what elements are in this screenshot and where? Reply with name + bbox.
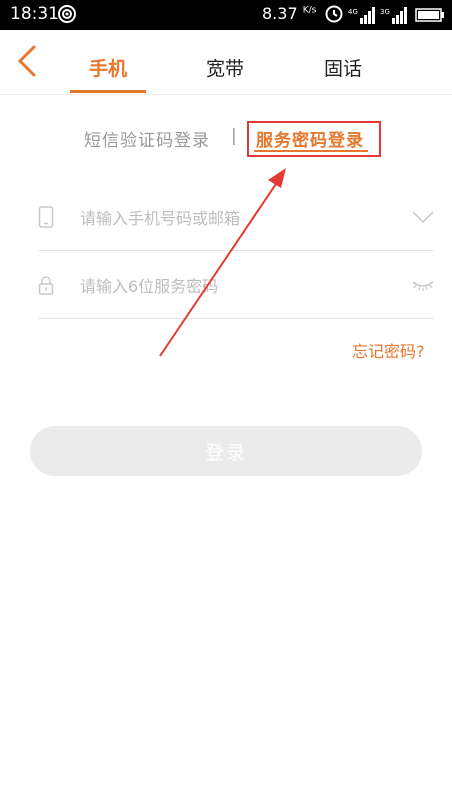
battery-icon — [415, 8, 444, 22]
login-button[interactable]: 登录 — [30, 426, 422, 476]
annotation-arrow — [159, 168, 286, 357]
active-tab-indicator — [70, 90, 146, 93]
password-login-option[interactable]: 服务密码登录 — [256, 126, 364, 151]
alarm-icon — [325, 5, 343, 23]
tab-broadband[interactable]: 宽带 — [185, 54, 265, 81]
password-login-underline — [254, 150, 368, 152]
top-tab-bar: 手机 宽带 固话 — [0, 30, 452, 95]
eye-closed-icon[interactable] — [412, 278, 434, 292]
signal-4g-icon: 4G — [348, 7, 375, 24]
hotspot-icon — [58, 5, 76, 23]
back-arrow-icon[interactable] — [14, 44, 40, 78]
phone-field-row — [38, 180, 434, 251]
status-time: 18:31 — [10, 4, 59, 24]
tab-mobile[interactable]: 手机 — [68, 54, 148, 81]
status-bar: 18:31 8.37 K/s 4G 3G — [0, 0, 452, 30]
sms-login-option[interactable]: 短信验证码登录 — [84, 126, 210, 151]
svg-text:4G: 4G — [348, 8, 358, 16]
lock-icon — [38, 276, 54, 295]
phone-input[interactable] — [78, 200, 402, 236]
password-input[interactable] — [78, 268, 402, 304]
tab-landline[interactable]: 固话 — [303, 54, 383, 81]
phone-icon — [38, 206, 54, 228]
svg-text:3G: 3G — [380, 8, 390, 16]
forgot-password-link[interactable]: 忘记密码? — [352, 338, 425, 362]
password-field-row — [38, 248, 434, 319]
network-speed: 8.37 K/s — [262, 4, 317, 23]
mode-separator: | — [231, 126, 237, 146]
signal-3g-icon: 3G — [380, 7, 407, 24]
chevron-down-icon[interactable] — [412, 210, 434, 224]
